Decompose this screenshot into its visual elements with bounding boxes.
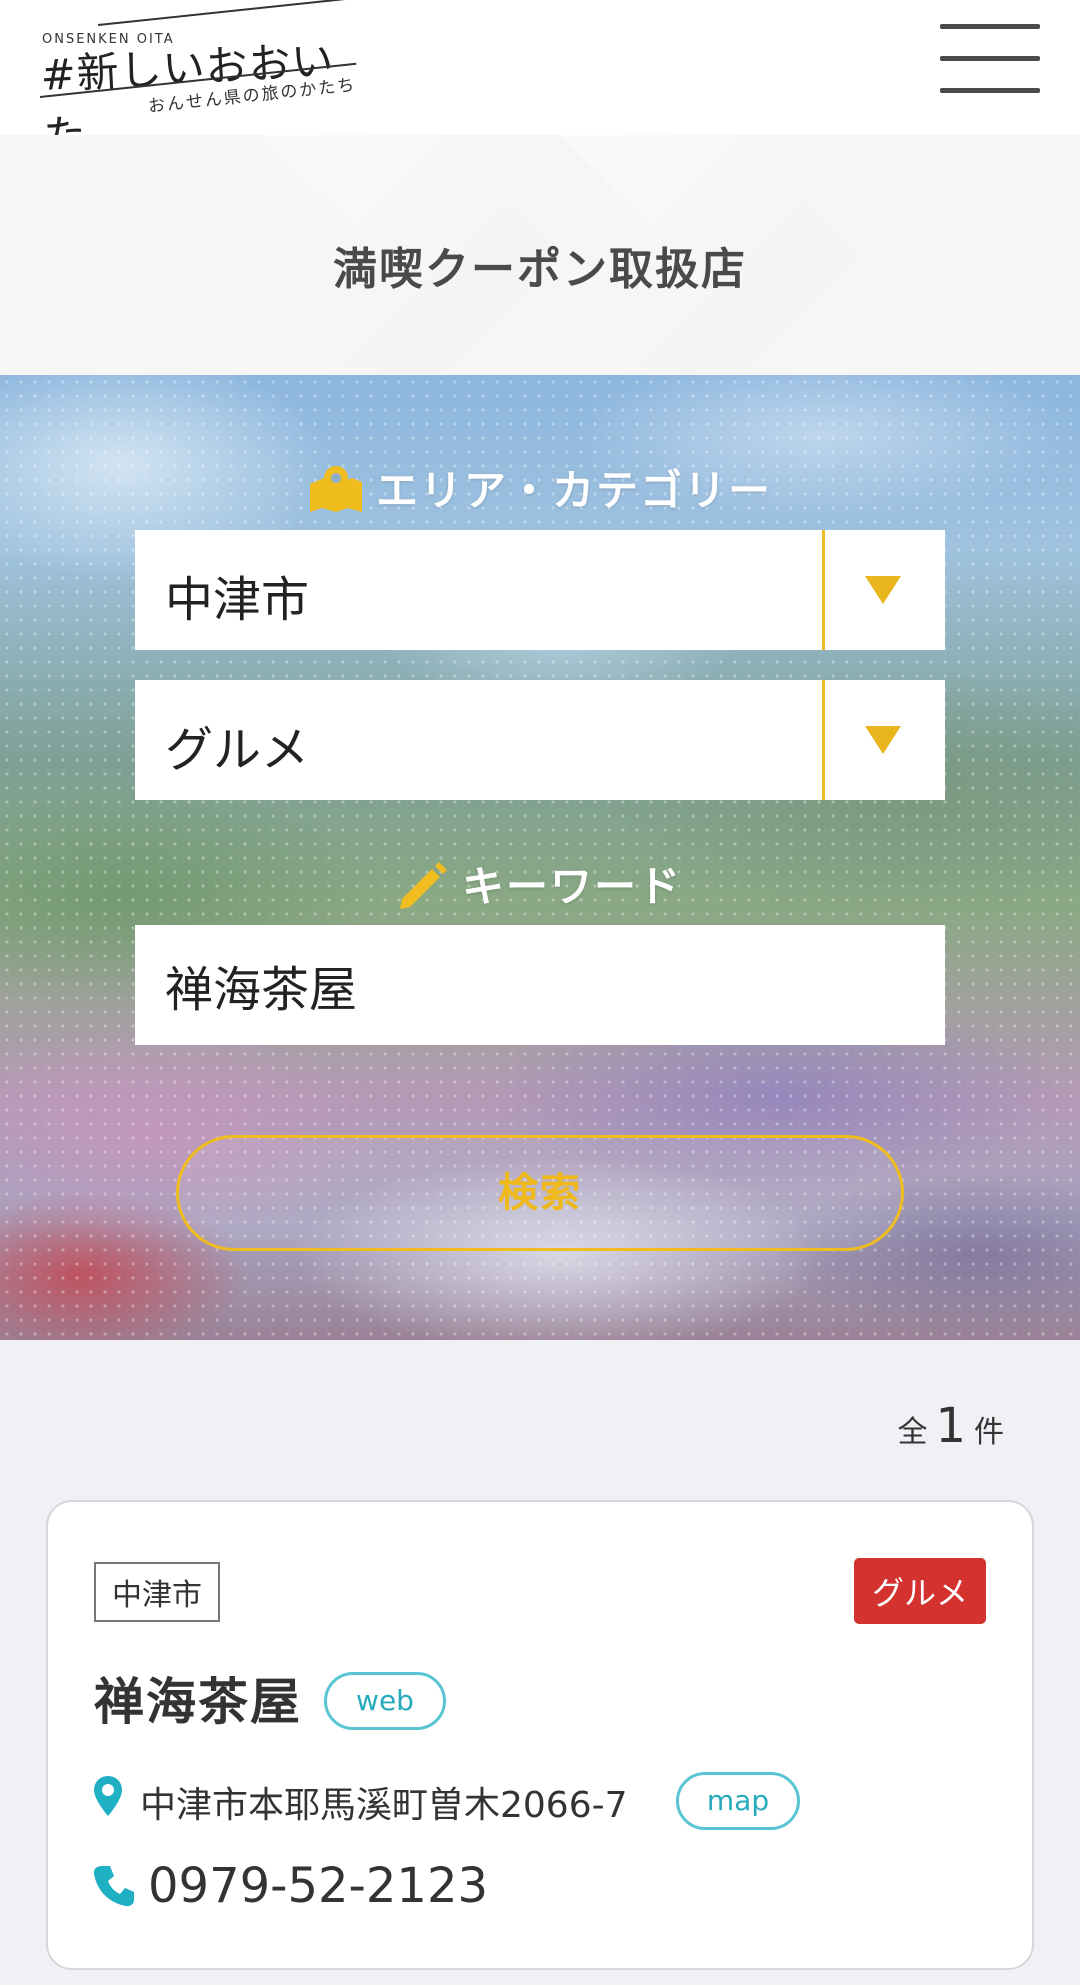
result-count: 全1件: [897, 1398, 1004, 1454]
result-count-number: 1: [935, 1398, 966, 1454]
page-title: 満喫クーポン取扱店: [333, 244, 747, 295]
keyword-heading: キーワード: [0, 853, 1080, 921]
shop-name: 禅海茶屋: [94, 1673, 302, 1731]
keyword-input[interactable]: [135, 925, 945, 1045]
location-pin-icon: [92, 1774, 124, 1822]
site-header: ONSENKEN OITA #新しいおおいた おんせん県の旅のかたち: [0, 0, 1080, 161]
phone-icon: [92, 1864, 136, 1912]
pencil-icon: [398, 859, 450, 921]
search-button[interactable]: 検索: [176, 1135, 904, 1251]
area-select-value: 中津市: [165, 572, 310, 628]
map-pin-icon: [308, 464, 364, 524]
chevron-down-icon: [865, 726, 901, 754]
result-count-prefix: 全: [897, 1415, 928, 1450]
search-panel: エリア・カテゴリー 中津市 グルメ キーワード 検索: [0, 375, 1080, 1340]
page-title-band: 満喫クーポン取扱店: [0, 135, 1080, 375]
select-divider: [822, 680, 825, 800]
logo-divider-top: [97, 0, 357, 26]
shop-phone[interactable]: 0979-52-2123: [148, 1858, 488, 1914]
category-badge: グルメ: [853, 1558, 986, 1624]
site-logo[interactable]: ONSENKEN OITA #新しいおおいた おんせん県の旅のかたち: [38, 0, 368, 161]
area-category-heading: エリア・カテゴリー: [0, 457, 1080, 524]
result-card: 中津市 グルメ 禅海茶屋 web 中津市本耶馬溪町曽木2066-7 map 09…: [46, 1500, 1034, 1970]
chevron-down-icon: [865, 576, 901, 604]
hamburger-menu-icon[interactable]: [940, 24, 1042, 96]
area-select[interactable]: 中津市: [135, 530, 945, 650]
keyword-label: キーワード: [461, 862, 682, 911]
category-select-value: グルメ: [165, 722, 310, 778]
area-category-label: エリア・カテゴリー: [375, 466, 772, 515]
map-link-button[interactable]: map: [676, 1772, 800, 1830]
shop-address: 中津市本耶馬溪町曽木2066-7: [140, 1785, 628, 1826]
category-select[interactable]: グルメ: [135, 680, 945, 800]
result-count-suffix: 件: [974, 1415, 1004, 1450]
area-tag: 中津市: [94, 1562, 220, 1622]
web-link-button[interactable]: web: [324, 1672, 446, 1730]
select-divider: [822, 530, 825, 650]
